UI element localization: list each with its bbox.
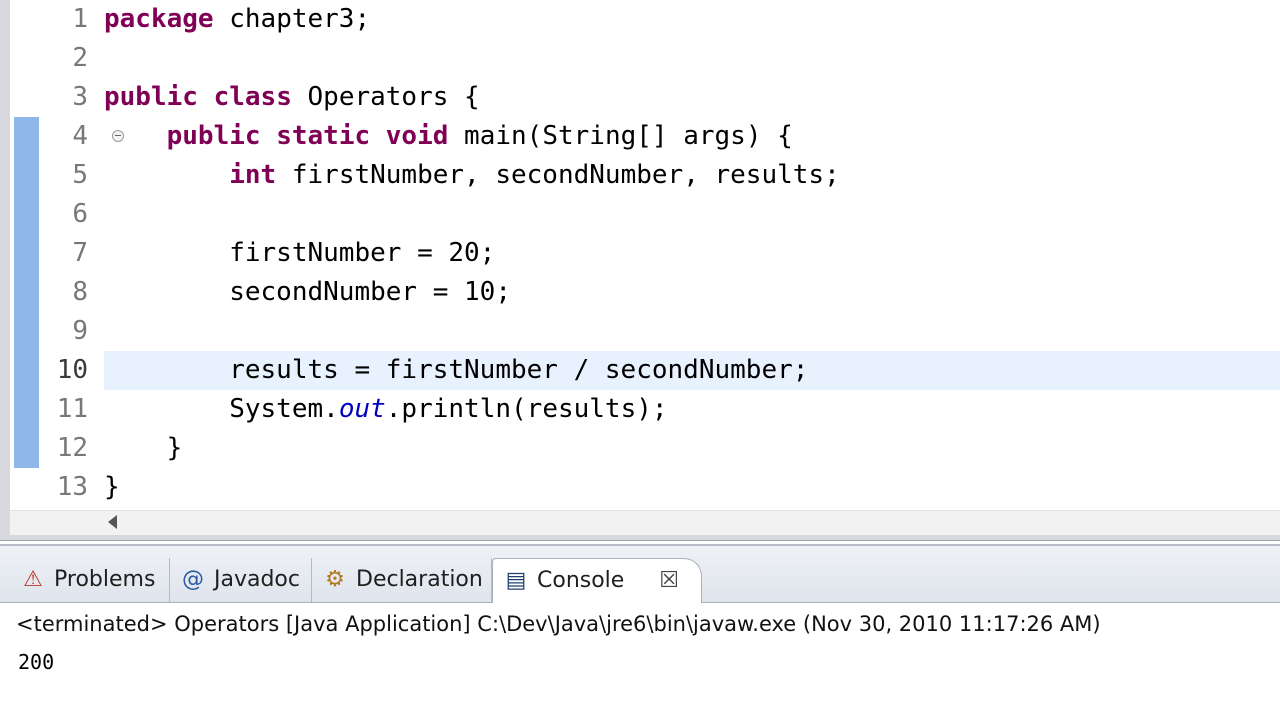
horizontal-scrollbar[interactable] — [10, 510, 1280, 535]
declaration-icon: ⚙ — [325, 567, 345, 592]
keyword-token: static — [276, 121, 371, 151]
code-line[interactable]: public static void main(String[] args) { — [104, 117, 1280, 156]
javadoc-icon: @ — [182, 567, 204, 592]
console-status-line: <terminated> Operators [Java Application… — [16, 612, 1101, 636]
tab-console[interactable]: ▤ Console ☒ — [492, 558, 702, 603]
line-number: 11 — [56, 394, 88, 424]
keyword-token: int — [229, 160, 277, 190]
change-marker — [14, 117, 39, 468]
overview-ruler — [10, 0, 40, 510]
line-number: 7 — [72, 238, 88, 268]
code-token: System. — [104, 394, 339, 424]
code-line[interactable]: System.out.println(results); — [104, 390, 1280, 429]
editor-text-area[interactable]: 1 2 3 4 5 6 7 8 9 10 11 12 13 package chapter3; publi… — [10, 0, 1280, 510]
code-token: main(String[] args) { — [448, 121, 793, 151]
code-line[interactable] — [104, 39, 1280, 78]
code-token: secondNumber = 10; — [104, 277, 511, 307]
code-token: } — [104, 433, 183, 463]
code-line[interactable]: results = firstNumber / secondNumber; — [104, 351, 1280, 390]
panel-tab-bar: ⚠ Problems @ Javadoc ⚙ Declaration ▤ Con… — [0, 546, 1280, 603]
code-line[interactable]: package chapter3; — [104, 0, 1280, 39]
problems-icon: ⚠ — [23, 567, 43, 592]
code-line[interactable]: public class Operators { — [104, 78, 1280, 117]
line-number: 3 — [72, 82, 88, 112]
console-panel: ⚠ Problems @ Javadoc ⚙ Declaration ▤ Con… — [0, 544, 1280, 722]
code-token: firstNumber, secondNumber, results; — [276, 160, 840, 190]
line-number: 5 — [72, 160, 88, 190]
line-number: 12 — [56, 433, 88, 463]
code-line[interactable]: } — [104, 429, 1280, 468]
code-line[interactable]: firstNumber = 20; — [104, 234, 1280, 273]
code-line[interactable]: secondNumber = 10; — [104, 273, 1280, 312]
tab-declaration[interactable]: ⚙ Declaration — [312, 558, 492, 602]
code-line[interactable]: int firstNumber, secondNumber, results; — [104, 156, 1280, 195]
tab-label: Javadoc — [214, 567, 300, 592]
keyword-token: public — [104, 82, 198, 112]
code-line[interactable] — [104, 312, 1280, 351]
code-token: chapter3; — [213, 4, 371, 34]
console-icon: ▤ — [505, 568, 527, 593]
code-token: results = firstNumber / secondNumber; — [104, 355, 809, 385]
tab-javadoc[interactable]: @ Javadoc — [170, 558, 312, 602]
line-number-gutter: 1 2 3 4 5 6 7 8 9 10 11 12 13 — [40, 0, 124, 510]
keyword-token: package — [104, 4, 214, 34]
code-editor[interactable]: 1 2 3 4 5 6 7 8 9 10 11 12 13 package chapter3; publi… — [0, 0, 1280, 541]
line-number: 1 — [72, 4, 88, 34]
tab-label: Problems — [54, 567, 156, 592]
line-number: 2 — [72, 43, 88, 73]
tab-label: Console — [537, 568, 625, 593]
code-token: firstNumber = 20; — [104, 238, 496, 268]
keyword-token: class — [213, 82, 292, 112]
tab-problems[interactable]: ⚠ Problems — [10, 558, 170, 602]
field-token: out — [338, 394, 386, 424]
line-number: 6 — [72, 199, 88, 229]
code-token: Operators { — [291, 82, 480, 112]
scroll-left-icon[interactable] — [108, 515, 117, 529]
keyword-token: public — [166, 121, 261, 151]
close-icon[interactable]: ☒ — [659, 559, 679, 603]
keyword-token: void — [385, 121, 449, 151]
tab-label: Declaration — [356, 567, 483, 592]
line-number: 9 — [72, 316, 88, 346]
console-output[interactable]: 200 — [18, 646, 54, 678]
line-number: 4 — [72, 121, 88, 151]
code-line[interactable] — [104, 195, 1280, 234]
line-number: 8 — [72, 277, 88, 307]
code-content[interactable]: package chapter3; public class Operators … — [104, 0, 1280, 502]
code-line[interactable]: } — [104, 468, 1280, 507]
code-token: .println(results); — [385, 394, 668, 424]
code-token: } — [104, 472, 120, 502]
line-number: 10 — [56, 355, 88, 385]
line-number: 13 — [56, 472, 88, 502]
